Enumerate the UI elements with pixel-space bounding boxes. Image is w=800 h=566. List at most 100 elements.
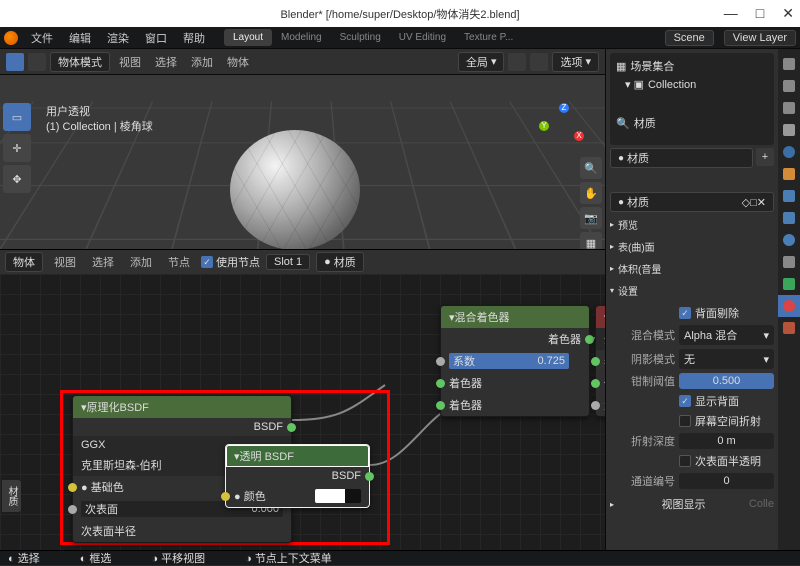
outliner-scene-collection[interactable]: ▦ 场景集合: [613, 56, 771, 76]
status-box: ◐ 框选: [80, 550, 112, 566]
ne-node[interactable]: 节点: [163, 252, 195, 272]
texture-tab[interactable]: [778, 317, 800, 339]
menu-render[interactable]: 渲染: [100, 28, 136, 48]
maximize-button[interactable]: □: [756, 5, 764, 22]
ne-add[interactable]: 添加: [125, 252, 157, 272]
icosphere-mesh[interactable]: [230, 130, 360, 250]
workspace-texture[interactable]: Texture P...: [455, 29, 522, 46]
matout-disp: 置: [596, 394, 605, 416]
vp-add[interactable]: 添加: [186, 52, 218, 72]
transparent-color[interactable]: ● 颜色: [226, 485, 369, 507]
ne-select[interactable]: 选择: [87, 252, 119, 272]
constraints-tab[interactable]: [778, 251, 800, 273]
vp-view[interactable]: 视图: [114, 52, 146, 72]
mix-node-header[interactable]: ▾ 混合着色器: [441, 306, 589, 328]
viewport-info: 用户透视 (1) Collection | 棱角球: [46, 105, 153, 136]
status-bar: ◐ 选择 ◐ 框选 ◑ 平移视图 ◑ 节点上下文菜单: [0, 550, 800, 565]
matout-header[interactable]: ▾ 材质: [596, 306, 605, 328]
close-button[interactable]: ✕: [782, 5, 794, 22]
mesh-tab[interactable]: [778, 273, 800, 295]
scene-selector[interactable]: Scene: [665, 30, 714, 46]
subsurface-trans-toggle[interactable]: [679, 455, 691, 467]
shadow-mode-select[interactable]: 无▾: [679, 349, 774, 369]
panel-volume[interactable]: 体积(音量: [610, 259, 774, 278]
panel-preview[interactable]: 预览: [610, 215, 774, 234]
add-slot-icon[interactable]: +: [756, 148, 774, 166]
principled-out: BSDF: [73, 418, 291, 436]
matout-all[interactable]: 全部: [596, 328, 605, 350]
use-nodes-toggle[interactable]: ✓使用节点: [201, 254, 260, 270]
principled-header[interactable]: ▾ 原理化BSDF: [73, 396, 291, 418]
material-slot[interactable]: ● 材质: [610, 148, 753, 168]
ne-view[interactable]: 视图: [49, 252, 81, 272]
outliner[interactable]: ▦ 场景集合 ▾ ▣ Collection 🔍 材质: [610, 53, 774, 145]
clip-threshold[interactable]: 0.500: [679, 373, 774, 389]
workspace-sculpting[interactable]: Sculpting: [331, 29, 390, 46]
nav-gizmo[interactable]: Z Y X: [539, 103, 589, 153]
material-datablock[interactable]: ● 材质◇□✕: [610, 192, 774, 212]
slot-selector[interactable]: Slot 1: [266, 254, 310, 270]
menu-help[interactable]: 帮助: [176, 28, 212, 48]
mix-in-b: 着色器: [441, 394, 589, 416]
scene-tab[interactable]: [778, 119, 800, 141]
proportional-icon[interactable]: [530, 53, 548, 71]
properties-panel: ▦ 场景集合 ▾ ▣ Collection 🔍 材质 ● 材质 + ● 材质◇□…: [605, 49, 800, 550]
backface-cull-toggle[interactable]: ✓: [679, 307, 691, 319]
blender-icon: [4, 31, 18, 45]
transparent-bsdf-node[interactable]: ▾ 透明 BSDF BSDF ● 颜色: [225, 444, 370, 508]
material-side-tab[interactable]: 材质: [2, 480, 21, 512]
menu-edit[interactable]: 编辑: [62, 28, 98, 48]
pass-index[interactable]: 0: [679, 473, 774, 489]
refract-depth[interactable]: 0 m: [679, 433, 774, 449]
camera-icon[interactable]: 📷: [580, 207, 602, 229]
panel-surface[interactable]: 表(曲)面: [610, 237, 774, 256]
particle-tab[interactable]: [778, 207, 800, 229]
zoom-icon[interactable]: 🔍: [580, 157, 602, 179]
outliner-search[interactable]: 🔍 材质: [613, 113, 771, 133]
snap-icon[interactable]: [508, 53, 526, 71]
blend-mode-select[interactable]: Alpha 混合▾: [679, 325, 774, 345]
viewlayer-selector[interactable]: View Layer: [724, 30, 796, 46]
transparent-header[interactable]: ▾ 透明 BSDF: [226, 445, 369, 467]
viewport-toolrow: 物体模式 视图 选择 添加 物体 全局▾ 选项▾: [0, 49, 605, 75]
cursor-tool[interactable]: ✛: [3, 134, 31, 162]
minimize-button[interactable]: —: [724, 5, 738, 22]
panel-viewport-display[interactable]: 视图显示Colle: [610, 494, 774, 514]
world-tab[interactable]: [778, 141, 800, 163]
mix-fac[interactable]: 系数0.725: [441, 350, 589, 372]
material-name-field[interactable]: ●材质: [316, 252, 364, 272]
persp-icon[interactable]: ▦: [580, 232, 602, 250]
move-tool[interactable]: ✥: [3, 165, 31, 193]
mix-shader-node[interactable]: ▾ 混合着色器 着色器 系数0.725 着色器 着色器: [440, 305, 590, 417]
material-tab[interactable]: [778, 295, 800, 317]
material-output-node[interactable]: ▾ 材质 全部 表(曲)面 体积(音 置: [595, 305, 605, 417]
orientation-selector[interactable]: 全局▾: [458, 52, 505, 72]
viewlayer-tab[interactable]: [778, 97, 800, 119]
vp-object[interactable]: 物体: [222, 52, 254, 72]
vp-select[interactable]: 选择: [150, 52, 182, 72]
ne-mode[interactable]: 物体: [5, 252, 43, 272]
cursor-tool-icon[interactable]: [6, 53, 24, 71]
pan-icon[interactable]: ✋: [580, 182, 602, 204]
viewport-3d[interactable]: 用户透视 (1) Collection | 棱角球 ▭ ✛ ✥ Z Y X 🔍 …: [0, 75, 605, 250]
output-tab[interactable]: [778, 75, 800, 97]
ssr-toggle[interactable]: [679, 415, 691, 427]
select-tool-icon[interactable]: [28, 53, 46, 71]
physics-tab[interactable]: [778, 229, 800, 251]
workspace-modeling[interactable]: Modeling: [272, 29, 331, 46]
menu-file[interactable]: 文件: [24, 28, 60, 48]
menu-window[interactable]: 窗口: [138, 28, 174, 48]
show-backface-toggle[interactable]: ✓: [679, 395, 691, 407]
workspace-uv[interactable]: UV Editing: [390, 29, 455, 46]
window-titlebar: Blender* [/home/super/Desktop/物体消失2.blen…: [0, 0, 800, 27]
object-tab[interactable]: [778, 163, 800, 185]
modifier-tab[interactable]: [778, 185, 800, 207]
options-dropdown[interactable]: 选项▾: [552, 52, 599, 72]
mode-selector[interactable]: 物体模式: [50, 52, 110, 72]
shader-node-editor[interactable]: 物体 视图 选择 添加 节点 ✓使用节点 Slot 1 ●材质 ▾ 混合着色器 …: [0, 250, 605, 550]
outliner-collection[interactable]: ▾ ▣ Collection: [613, 76, 771, 93]
workspace-layout[interactable]: Layout: [224, 29, 272, 46]
render-tab[interactable]: [778, 53, 800, 75]
panel-settings[interactable]: 设置: [610, 281, 774, 300]
select-box-tool[interactable]: ▭: [3, 103, 31, 131]
